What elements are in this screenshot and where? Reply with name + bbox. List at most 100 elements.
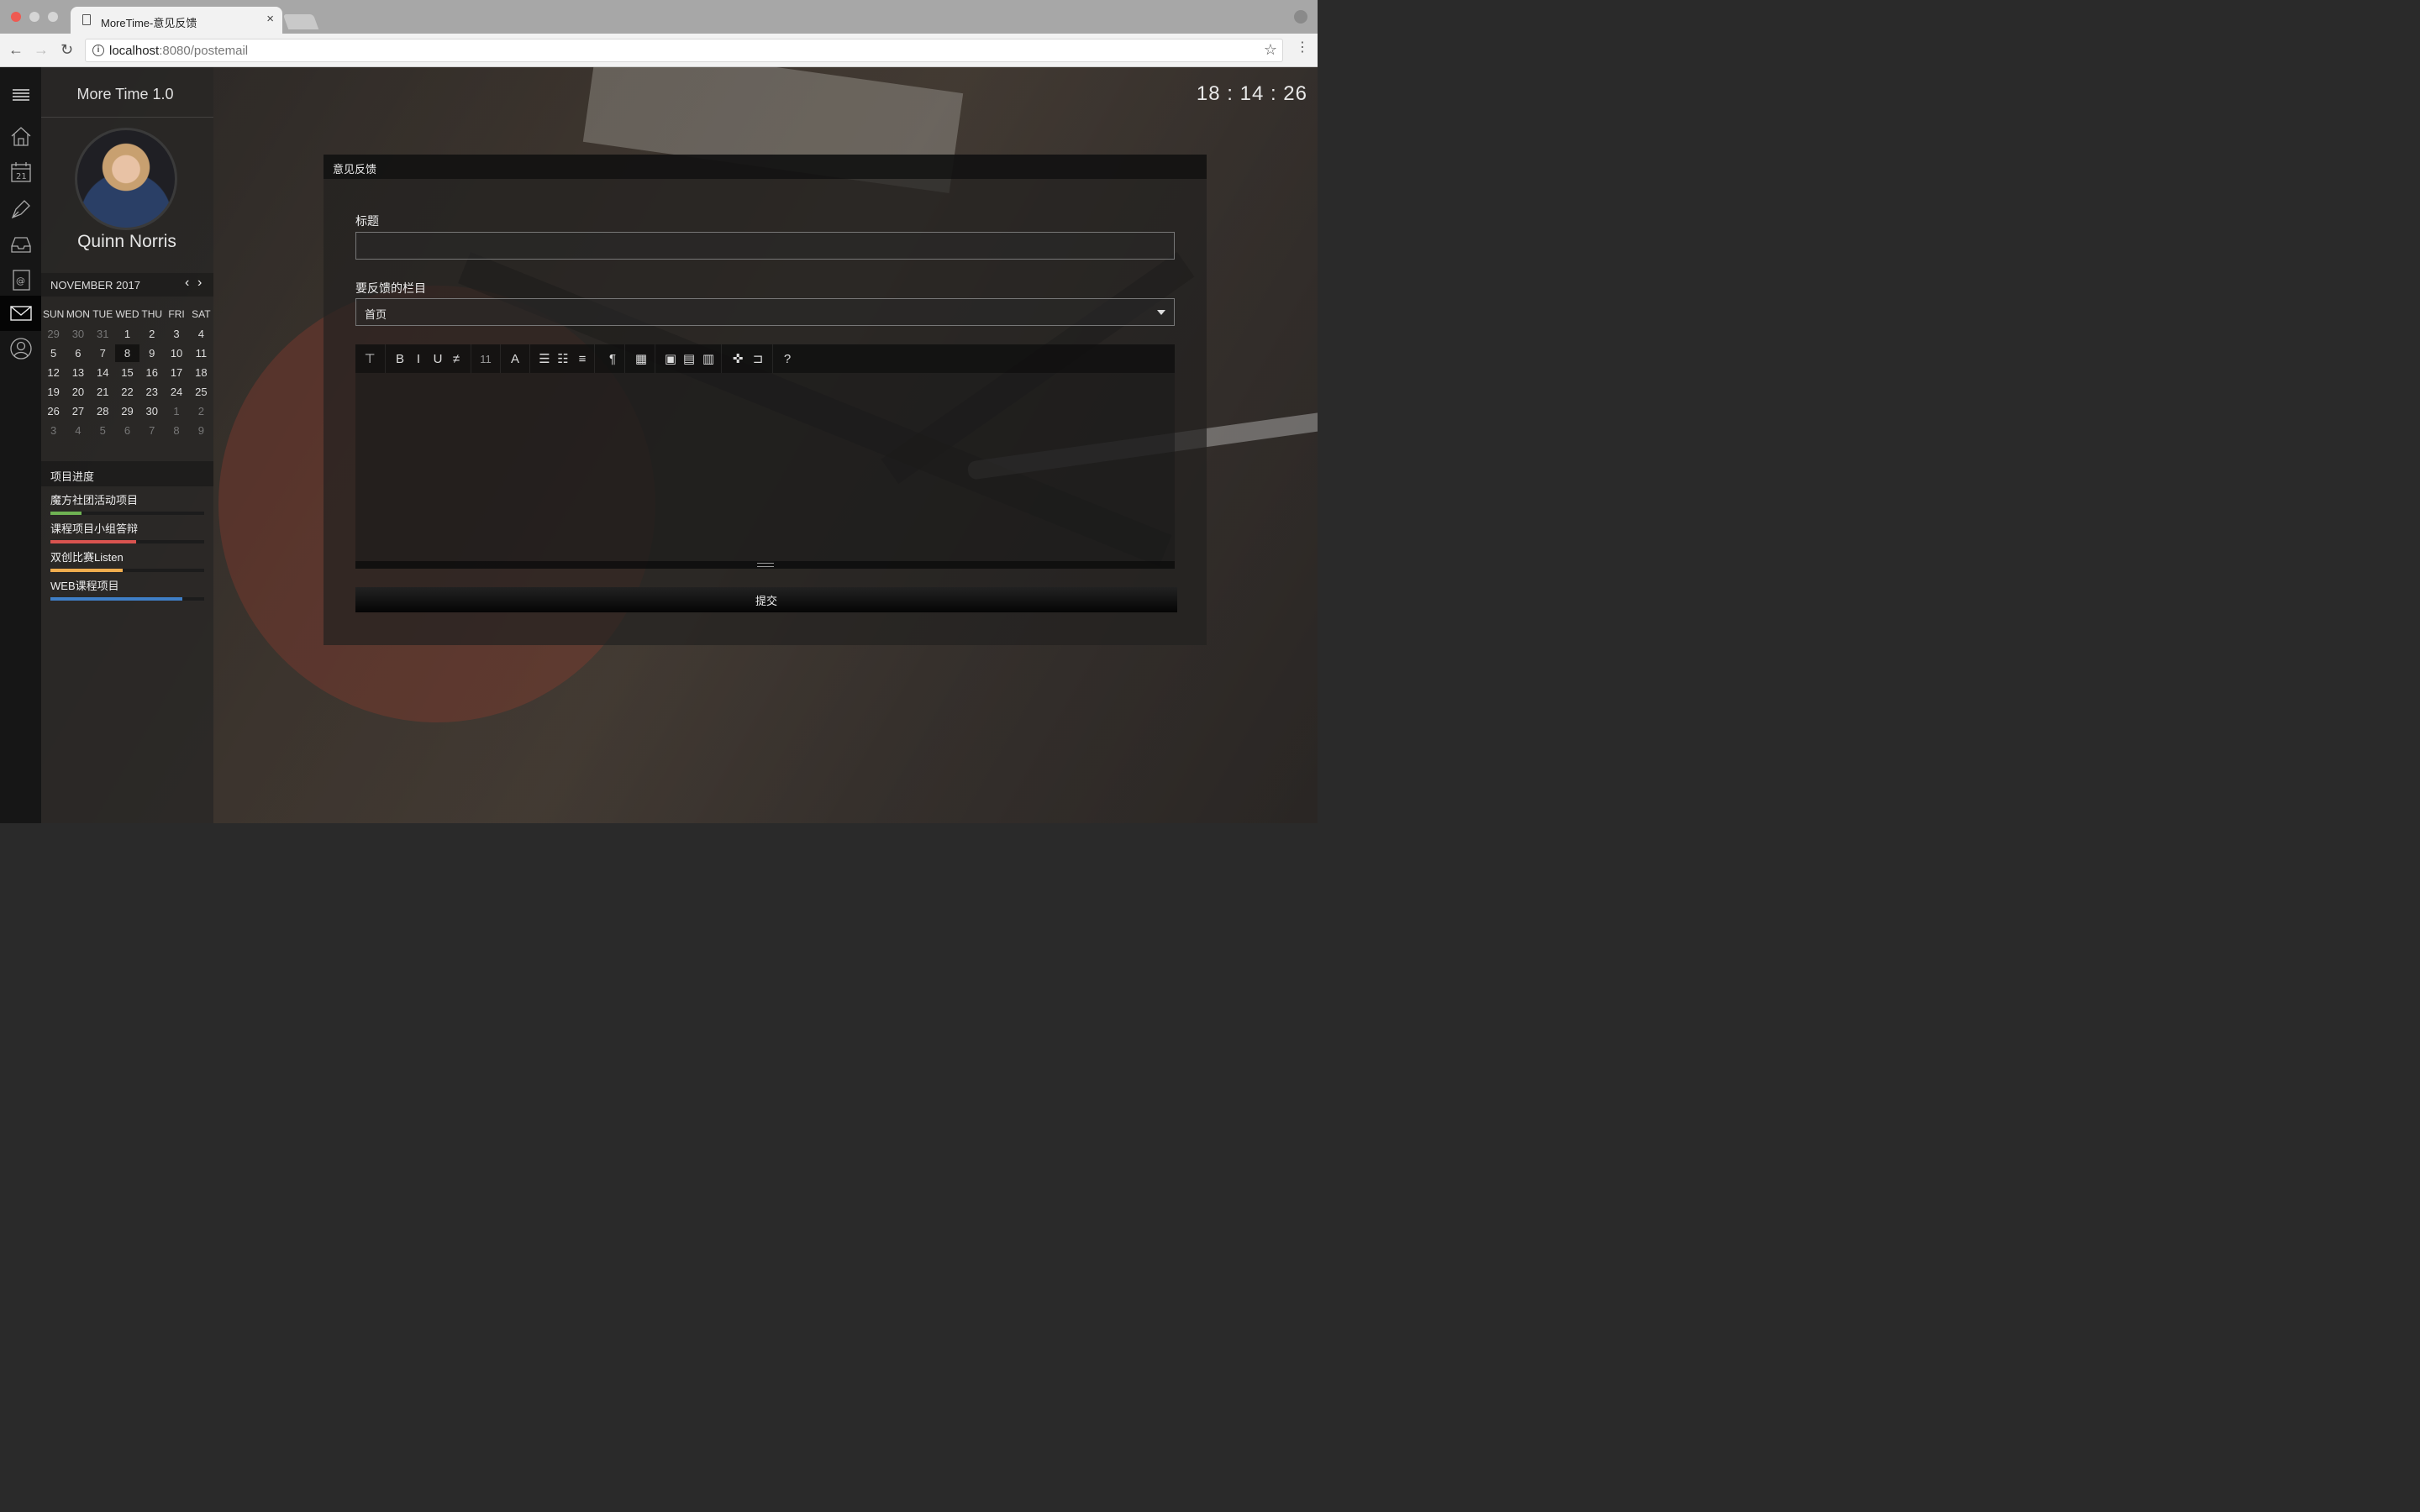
calendar-day[interactable]: 26 bbox=[41, 402, 66, 420]
calendar-day[interactable]: 14 bbox=[91, 364, 115, 381]
calendar-day[interactable]: 27 bbox=[66, 402, 90, 420]
calendar-day[interactable]: 21 bbox=[91, 383, 115, 401]
calendar-day[interactable]: 18 bbox=[189, 364, 213, 381]
calendar-day[interactable]: 10 bbox=[164, 344, 188, 362]
profile-icon[interactable] bbox=[1294, 10, 1307, 24]
text-direction-icon[interactable]: ¶ bbox=[603, 349, 622, 368]
calendar-weekday: SUN bbox=[42, 308, 65, 320]
calendar-day[interactable]: 22 bbox=[115, 383, 139, 401]
chevron-left-icon[interactable]: ‹ bbox=[185, 276, 189, 291]
calendar-day[interactable]: 15 bbox=[115, 364, 139, 381]
progress-fill bbox=[50, 512, 82, 515]
nav-mail[interactable] bbox=[0, 296, 41, 331]
calendar-day[interactable]: 7 bbox=[139, 422, 164, 439]
calendar-day[interactable]: 16 bbox=[139, 364, 164, 381]
section-select[interactable]: 首页 bbox=[355, 298, 1175, 326]
insert-video-icon[interactable]: ▥ bbox=[699, 349, 718, 368]
calendar-day[interactable]: 13 bbox=[66, 364, 90, 381]
progress-item[interactable]: 魔方社团活动项目 bbox=[50, 491, 204, 515]
browser-tab[interactable]: MoreTime-意见反馈 × bbox=[71, 7, 282, 34]
calendar-day[interactable]: 1 bbox=[115, 325, 139, 343]
calendar-day[interactable]: 4 bbox=[189, 325, 213, 343]
calendar-day[interactable]: 29 bbox=[41, 325, 66, 343]
calendar-day-today[interactable]: 8 bbox=[114, 344, 140, 362]
nav-profile[interactable] bbox=[0, 331, 41, 366]
unordered-list-icon[interactable]: ☷ bbox=[554, 349, 572, 368]
tab-close-icon[interactable]: × bbox=[266, 12, 274, 26]
calendar-day[interactable]: 9 bbox=[139, 344, 164, 362]
font-color-icon[interactable]: A bbox=[506, 349, 524, 368]
title-input[interactable] bbox=[355, 232, 1175, 260]
calendar-day[interactable]: 23 bbox=[139, 383, 164, 401]
nav-write[interactable] bbox=[0, 192, 41, 227]
progress-item[interactable]: 双创比赛Listen bbox=[50, 549, 204, 572]
calendar-day[interactable]: 9 bbox=[189, 422, 213, 439]
help-icon[interactable]: ? bbox=[778, 349, 797, 368]
calendar-icon: 21 bbox=[10, 162, 31, 182]
toolbar-separator bbox=[772, 344, 773, 373]
calendar-day[interactable]: 5 bbox=[41, 344, 66, 362]
progress-item[interactable]: 课程项目小组答辩 bbox=[50, 520, 204, 543]
menu-toggle[interactable] bbox=[0, 77, 41, 113]
nav-inbox[interactable] bbox=[0, 227, 41, 262]
minimize-window-button[interactable] bbox=[29, 12, 39, 22]
calendar-day[interactable]: 5 bbox=[91, 422, 115, 439]
calendar-day[interactable]: 25 bbox=[189, 383, 213, 401]
info-icon[interactable]: i bbox=[92, 45, 104, 56]
bookmark-star-icon[interactable]: ☆ bbox=[1264, 41, 1277, 59]
calendar-day[interactable]: 2 bbox=[189, 402, 213, 420]
ordered-list-icon[interactable]: ☰ bbox=[535, 349, 554, 368]
bold-icon[interactable]: B bbox=[391, 349, 409, 368]
editor-resize-handle[interactable] bbox=[355, 561, 1175, 569]
calendar-day[interactable]: 6 bbox=[115, 422, 139, 439]
nav-contacts[interactable]: @ bbox=[0, 262, 41, 297]
progress-item[interactable]: WEB课程项目 bbox=[50, 577, 204, 601]
calendar-day[interactable]: 11 bbox=[189, 344, 213, 362]
editor-content[interactable] bbox=[355, 373, 1175, 561]
table-icon[interactable]: ▦ bbox=[632, 349, 650, 368]
calendar-day[interactable]: 7 bbox=[91, 344, 115, 362]
browser-menu-icon[interactable]: ⋮ bbox=[1296, 41, 1309, 55]
back-icon[interactable]: ← bbox=[8, 41, 24, 59]
nav-home[interactable] bbox=[0, 118, 41, 154]
calendar-day[interactable]: 4 bbox=[66, 422, 90, 439]
progress-track bbox=[50, 569, 204, 572]
progress-label: WEB课程项目 bbox=[50, 580, 119, 592]
paragraph-format-icon[interactable]: ⊤ bbox=[360, 349, 379, 368]
reload-icon[interactable]: ↻ bbox=[60, 41, 73, 59]
avatar[interactable] bbox=[75, 128, 177, 230]
forward-icon[interactable]: → bbox=[34, 41, 49, 59]
underline-icon[interactable]: U bbox=[429, 349, 447, 368]
calendar-day[interactable]: 29 bbox=[115, 402, 139, 420]
calendar-day[interactable]: 31 bbox=[91, 325, 115, 343]
submit-button[interactable]: 提交 bbox=[355, 587, 1177, 612]
address-bar[interactable]: i localhost:8080/postemail ☆ bbox=[85, 39, 1283, 62]
calendar-day[interactable]: 30 bbox=[66, 325, 90, 343]
calendar-day[interactable]: 3 bbox=[41, 422, 66, 439]
close-window-button[interactable] bbox=[11, 12, 21, 22]
calendar-day[interactable]: 19 bbox=[41, 383, 66, 401]
calendar-day[interactable]: 20 bbox=[66, 383, 90, 401]
strikethrough-icon[interactable]: ≠ bbox=[447, 349, 466, 368]
chevron-right-icon[interactable]: › bbox=[197, 276, 202, 291]
calendar-day[interactable]: 28 bbox=[91, 402, 115, 420]
calendar-day[interactable]: 17 bbox=[164, 364, 188, 381]
calendar-day[interactable]: 30 bbox=[139, 402, 164, 420]
fullscreen-icon[interactable]: ✜ bbox=[729, 349, 747, 368]
nav-calendar[interactable]: 21 bbox=[0, 155, 41, 190]
maximize-window-button[interactable] bbox=[48, 12, 58, 22]
insert-image-icon[interactable]: ▣ bbox=[661, 349, 680, 368]
code-view-icon[interactable]: ⊐ bbox=[749, 349, 767, 368]
calendar-day[interactable]: 6 bbox=[66, 344, 90, 362]
align-icon[interactable]: ≡ bbox=[573, 349, 592, 368]
calendar-day[interactable]: 8 bbox=[164, 422, 188, 439]
insert-media-icon[interactable]: ▤ bbox=[680, 349, 698, 368]
calendar-day[interactable]: 12 bbox=[41, 364, 66, 381]
calendar-day[interactable]: 3 bbox=[164, 325, 188, 343]
calendar-day[interactable]: 1 bbox=[164, 402, 188, 420]
calendar-day[interactable]: 2 bbox=[139, 325, 164, 343]
font-size-icon[interactable]: 11 bbox=[476, 349, 495, 368]
new-tab-button[interactable] bbox=[282, 14, 319, 29]
calendar-day[interactable]: 24 bbox=[164, 383, 188, 401]
italic-icon[interactable]: I bbox=[409, 349, 428, 368]
